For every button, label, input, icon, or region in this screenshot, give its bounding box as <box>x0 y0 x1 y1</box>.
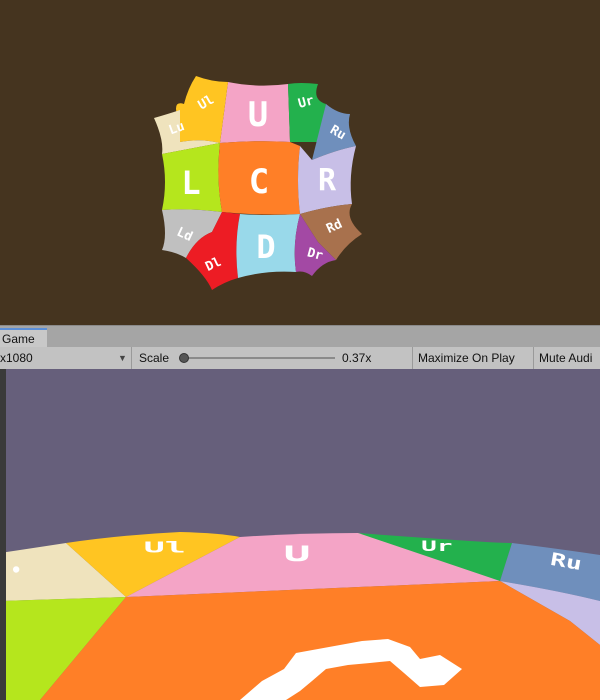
game-tab-bar: Game <box>0 325 600 348</box>
tile-c-label: C <box>249 162 269 202</box>
floor-label-u: U <box>283 542 310 567</box>
floor-label-ul: Ul <box>144 539 186 557</box>
tab-game-label: Game <box>2 332 35 346</box>
resolution-dropdown[interactable]: x1080 ▼ <box>0 347 130 369</box>
tile-d-label: D <box>256 228 275 266</box>
tile-l[interactable]: L <box>162 143 222 212</box>
maximize-on-play-button[interactable]: Maximize On Play <box>418 347 515 369</box>
dropdown-arrow-icon: ▼ <box>118 353 127 363</box>
toolbar-divider <box>131 347 132 369</box>
tile-c[interactable]: C <box>218 141 300 215</box>
scale-slider-thumb[interactable] <box>179 353 189 363</box>
viewport-left-edge <box>0 369 6 700</box>
tile-u[interactable]: U <box>220 82 290 143</box>
tile-l-label: L <box>181 164 200 202</box>
tile-d[interactable]: D <box>236 214 300 278</box>
tile-r[interactable]: R <box>298 146 356 214</box>
tile-board: U Ul Ur Ru Lu L C R Ld Rd Dl D Dr <box>154 76 362 290</box>
resolution-value: x1080 <box>0 351 33 365</box>
scale-value: 0.37x <box>342 351 372 365</box>
game-toolbar: x1080 ▼ Scale 0.37x Maximize On Play Mut… <box>0 347 600 370</box>
scale-label: Scale <box>139 351 170 365</box>
mute-audio-button[interactable]: Mute Audi <box>539 347 592 369</box>
scale-slider-track[interactable] <box>183 357 335 359</box>
tile-r-label: R <box>318 163 337 198</box>
tab-game[interactable]: Game <box>0 328 47 348</box>
floor-label-ur: Ur <box>421 538 452 554</box>
scene-view[interactable]: U Ul Ur Ru Lu L C R Ld Rd Dl D Dr <box>0 0 600 325</box>
tile-u-label: U <box>248 95 268 135</box>
game-viewport[interactable]: • Ul U Ur Ru <box>0 369 600 700</box>
toolbar-divider <box>412 347 413 369</box>
game-floor: • Ul U Ur Ru <box>0 532 600 700</box>
toolbar-divider <box>533 347 534 369</box>
